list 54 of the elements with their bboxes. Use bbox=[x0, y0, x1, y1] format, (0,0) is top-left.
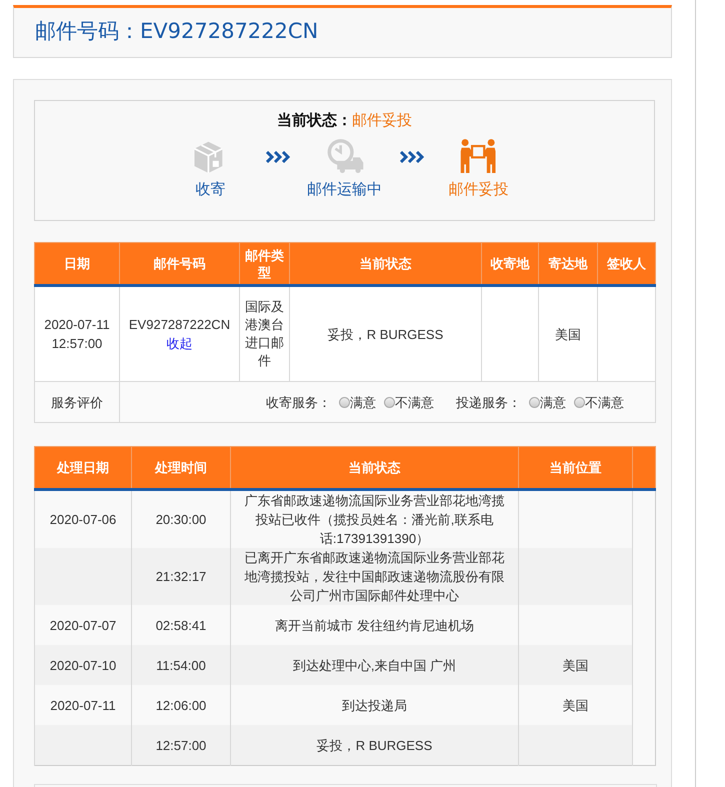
column-header: 邮件号码 bbox=[120, 242, 240, 286]
table-cell: 广东省邮政速递物流国际业务营业部花地湾揽投站已收件（揽投员姓名：潘光前,联系电话:17391391390） bbox=[230, 490, 518, 548]
table-cell: 11:54:00 bbox=[132, 645, 230, 685]
table-cell: 美国 bbox=[518, 685, 632, 725]
table-cell: 服务评价 bbox=[34, 382, 120, 422]
table-cell: 2020-07-10 bbox=[34, 645, 132, 685]
chevrons-icon bbox=[400, 151, 424, 163]
radio-button[interactable] bbox=[529, 396, 540, 408]
rating-label: 收寄服务： bbox=[266, 394, 331, 412]
table-cell: 到达处理中心,来自中国 广州 bbox=[230, 645, 518, 685]
column-header: 当前状态 bbox=[290, 242, 482, 286]
table-cell: 12:06:00 bbox=[132, 685, 230, 725]
step-label: 邮件运输中 bbox=[307, 180, 382, 199]
radio-button[interactable] bbox=[339, 396, 350, 408]
chevrons-icon bbox=[266, 151, 290, 163]
page-title: 邮件号码：EV927287222CN bbox=[35, 18, 318, 45]
column-header: 当前位置 bbox=[518, 446, 632, 490]
step-label: 收寄 bbox=[196, 180, 226, 199]
collapse-link[interactable]: 收起 bbox=[166, 336, 192, 351]
status-label: 当前状态： bbox=[277, 112, 352, 129]
table-cell: 妥投，R BURGESS bbox=[290, 286, 482, 382]
step-label: 邮件妥投 bbox=[448, 180, 508, 199]
column-header: 收寄地 bbox=[482, 242, 538, 286]
column-header: 处理时间 bbox=[132, 446, 230, 490]
table-cell: 02:58:41 bbox=[132, 605, 230, 645]
radio-label[interactable]: 不满意 bbox=[585, 392, 624, 412]
table-cell: 2020-07-07 bbox=[34, 605, 132, 645]
table-cell: 21:32:17 bbox=[132, 548, 230, 605]
table-cell: 离开当前城市 发往纽约肯尼迪机场 bbox=[230, 605, 518, 645]
table-cell: 12:57:00 bbox=[132, 725, 230, 766]
table-cell: 妥投，R BURGESS bbox=[230, 725, 518, 766]
column-header: 日期 bbox=[34, 242, 120, 286]
radio-button[interactable] bbox=[574, 396, 585, 408]
column-header: 当前状态 bbox=[230, 446, 518, 490]
table-cell: 2020-07-06 bbox=[34, 490, 132, 548]
radio-label[interactable]: 满意 bbox=[540, 392, 566, 412]
radio-button[interactable] bbox=[384, 396, 395, 408]
table-cell: 国际及港澳台进口邮件 bbox=[240, 286, 290, 382]
column-header: 签收人 bbox=[598, 242, 656, 286]
table-cell: 20:30:00 bbox=[132, 490, 230, 548]
table-cell: 2020-07-11 bbox=[34, 685, 132, 725]
column-header: 寄达地 bbox=[538, 242, 598, 286]
rating-label: 投递服务： bbox=[456, 394, 521, 412]
mail-number: EV927287222CN bbox=[128, 316, 232, 334]
column-header: 邮件类型 bbox=[240, 242, 290, 286]
radio-label[interactable]: 满意 bbox=[350, 392, 376, 412]
radio-label[interactable]: 不满意 bbox=[395, 392, 434, 412]
table-cell: 美国 bbox=[518, 645, 632, 685]
column-header: 处理日期 bbox=[34, 446, 132, 490]
table-cell: 2020-07-11 12:57:00 bbox=[34, 286, 120, 382]
table-cell: 美国 bbox=[538, 286, 598, 382]
table-cell: 已离开广东省邮政速递物流国际业务营业部花地湾揽投站，发往中国邮政速递物流股份有限公司广州市国际邮件处理中心 bbox=[230, 548, 518, 605]
table-cell: 到达投递局 bbox=[230, 685, 518, 725]
status-value: 邮件妥投 bbox=[352, 112, 412, 129]
